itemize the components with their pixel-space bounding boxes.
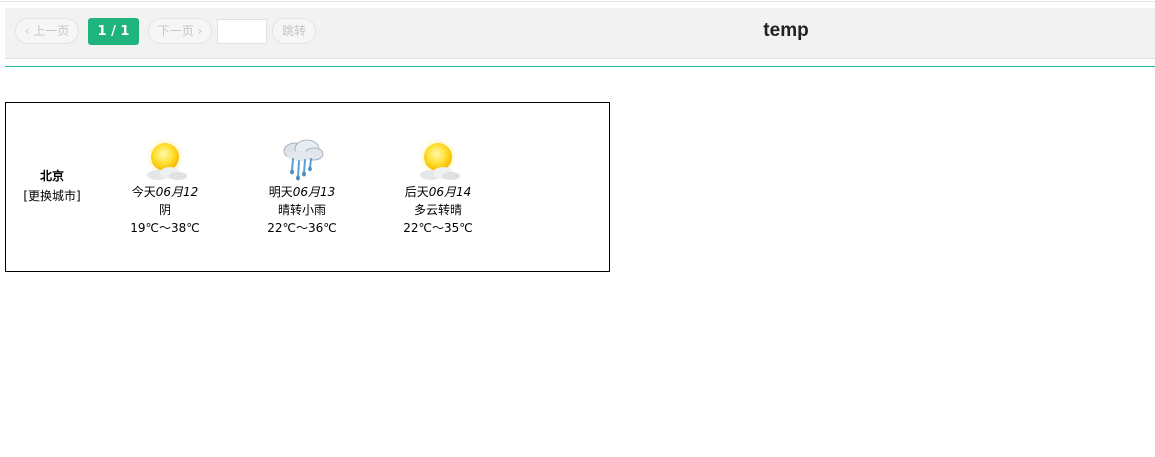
forecast-condition: 多云转晴 <box>413 203 462 217</box>
pdf-toolbar: ‹ 上一页 1 / 1 下一页 › 跳转 temp <box>5 8 1155 59</box>
forecast-day-name: 今天 <box>131 185 156 199</box>
forecast-day: 明天06月13 晴转小雨 22℃～36℃ <box>252 137 352 237</box>
forecast-day: 今天06月12 阴 19℃～38℃ <box>115 137 215 237</box>
forecast-date: 06月12 <box>155 185 199 199</box>
forecast-date: 06月13 <box>292 185 336 199</box>
weather-widget: 北京 [更换城市] 今天06月12 阴 19℃～38℃ 明天06月13 晴转小雨… <box>5 102 610 272</box>
content-divider <box>5 66 1155 67</box>
go-to-page-button[interactable]: 跳转 <box>272 18 316 44</box>
sun-cloud-icon <box>146 138 187 180</box>
forecast-day: 后天06月14 多云转晴 22℃～35℃ <box>388 137 488 237</box>
page-number-input[interactable] <box>217 19 267 44</box>
next-page-button[interactable]: 下一页 › <box>148 18 212 44</box>
forecast-temperature: 22℃～36℃ <box>267 221 337 235</box>
forecast-condition: 阴 <box>158 203 171 217</box>
forecast-day-name: 后天 <box>404 185 429 199</box>
forecast-date: 06月14 <box>428 185 472 199</box>
forecast-day-name: 明天 <box>268 185 293 199</box>
city-name: 北京 <box>39 169 64 183</box>
forecast-temperature: 19℃～38℃ <box>130 221 200 235</box>
top-divider <box>0 1 1155 2</box>
change-city-link[interactable]: [更换城市] <box>6 187 98 204</box>
sun-cloud-icon <box>419 138 460 180</box>
prev-page-button[interactable]: ‹ 上一页 <box>15 18 79 44</box>
rain-icon <box>283 139 324 181</box>
document-title: temp <box>763 20 809 41</box>
forecast-condition: 晴转小雨 <box>277 203 326 217</box>
forecast-temperature: 22℃～35℃ <box>403 221 473 235</box>
page-indicator: 1 / 1 <box>88 18 139 45</box>
